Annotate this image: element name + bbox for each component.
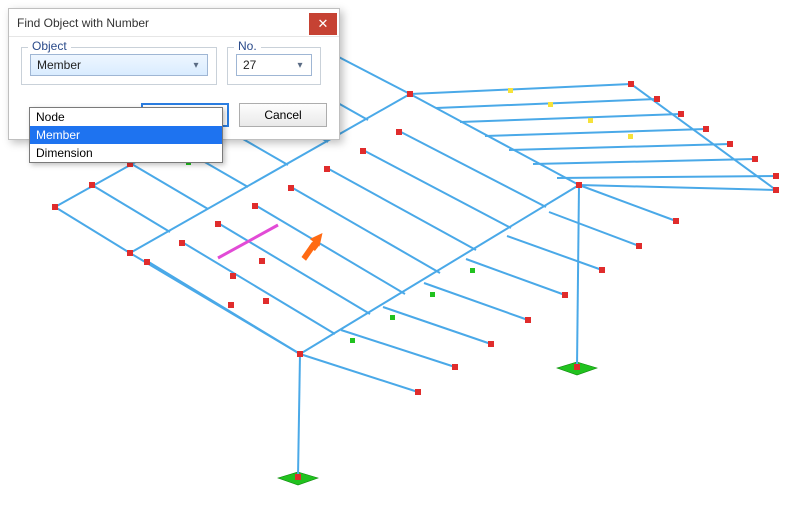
object-combo-value: Member bbox=[37, 58, 189, 72]
close-button[interactable]: ✕ bbox=[309, 13, 337, 35]
find-object-dialog: Find Object with Number ✕ Object Member … bbox=[8, 8, 340, 140]
number-combo[interactable]: 27 ▾ bbox=[236, 54, 312, 76]
chevron-down-icon: ▾ bbox=[189, 60, 203, 71]
highlight-arrow-icon bbox=[300, 233, 330, 263]
object-dropdown[interactable]: Node Member Dimension bbox=[29, 107, 223, 163]
close-icon: ✕ bbox=[318, 17, 329, 30]
object-option-dimension[interactable]: Dimension bbox=[30, 144, 222, 162]
object-combo[interactable]: Member ▾ bbox=[30, 54, 208, 76]
object-option-member[interactable]: Member bbox=[30, 126, 222, 144]
number-combo-value: 27 bbox=[243, 58, 293, 72]
dialog-titlebar[interactable]: Find Object with Number ✕ bbox=[9, 9, 339, 37]
object-group: Object Member ▾ bbox=[21, 47, 217, 85]
dialog-title: Find Object with Number bbox=[17, 16, 309, 30]
cancel-button[interactable]: Cancel bbox=[239, 103, 327, 127]
number-group: No. 27 ▾ bbox=[227, 47, 321, 85]
cancel-button-label: Cancel bbox=[264, 108, 301, 122]
object-group-label: Object bbox=[28, 39, 71, 53]
chevron-down-icon: ▾ bbox=[293, 60, 307, 71]
number-group-label: No. bbox=[234, 39, 261, 53]
object-option-node[interactable]: Node bbox=[30, 108, 222, 126]
